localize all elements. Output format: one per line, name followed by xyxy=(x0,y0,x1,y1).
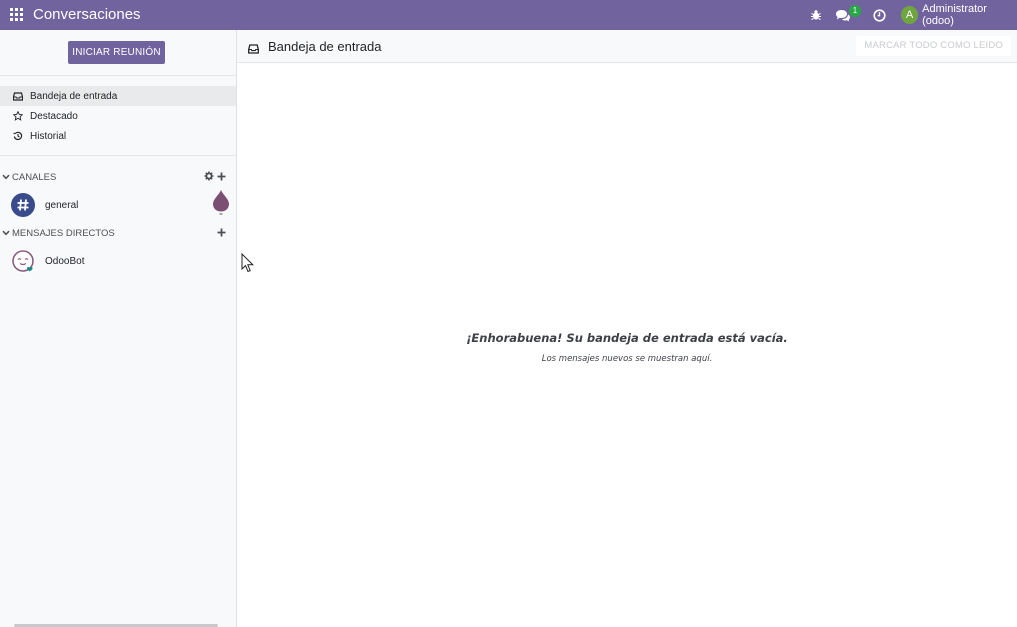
start-meeting-button[interactable]: INICIAR REUNIÓN xyxy=(68,41,165,64)
channel-item-general[interactable]: general xyxy=(0,189,236,219)
bug-icon xyxy=(811,10,821,20)
top-navbar: Conversaciones 1 A Administrator (odoo) xyxy=(0,0,1017,30)
sidebar-item-label: Bandeja de entrada xyxy=(30,90,118,102)
hashtag-icon xyxy=(11,193,35,217)
sidebar-item-label: Destacado xyxy=(30,110,78,122)
inbox-icon xyxy=(248,41,260,54)
activity-menu[interactable] xyxy=(873,0,886,30)
sidebar-item-starred[interactable]: Destacado xyxy=(0,106,236,126)
user-menu[interactable]: A Administrator (odoo) xyxy=(901,0,1017,30)
channel-name: general xyxy=(45,199,79,211)
gear-icon[interactable] xyxy=(203,170,215,182)
category-label[interactable]: MENSAJES DIRECTOS xyxy=(12,228,115,239)
apps-grid-icon[interactable] xyxy=(10,8,24,22)
empty-subtitle: Los mensajes nuevos se muestran aquí. xyxy=(541,354,713,364)
sidebar-item-inbox[interactable]: Bandeja de entrada xyxy=(0,86,236,106)
chevron-down-icon[interactable] xyxy=(2,174,10,180)
chevron-down-icon[interactable] xyxy=(2,230,10,236)
clock-icon xyxy=(873,8,886,22)
sidebar-divider xyxy=(0,75,236,76)
category-direct-messages: MENSAJES DIRECTOS xyxy=(0,225,236,241)
mouse-pointer-icon xyxy=(241,253,255,273)
category-label[interactable]: CANALES xyxy=(12,172,56,183)
odoobot-avatar-icon xyxy=(11,249,35,273)
add-channel-plus-icon[interactable] xyxy=(215,170,227,182)
thread-title: Bandeja de entrada xyxy=(268,39,382,54)
drop-icon xyxy=(212,189,230,218)
inbox-icon xyxy=(12,90,24,102)
chat-name: OdooBot xyxy=(45,255,85,267)
user-avatar: A xyxy=(901,6,919,24)
empty-inbox-message: ¡Enhorabuena! Su bandeja de entrada está… xyxy=(237,331,1017,364)
debug-menu[interactable] xyxy=(810,0,822,30)
app-title[interactable]: Conversaciones xyxy=(33,6,141,23)
add-chat-plus-icon[interactable] xyxy=(215,226,227,238)
discuss-sidebar: INICIAR REUNIÓN Bandeja de entrada Desta… xyxy=(0,30,237,627)
thread-header: Bandeja de entrada MARCAR TODO COMO LEID… xyxy=(237,30,1017,63)
messaging-menu[interactable]: 1 xyxy=(835,0,861,30)
sidebar-item-label: Historial xyxy=(30,130,67,142)
history-icon xyxy=(12,130,24,142)
sidebar-divider xyxy=(0,155,236,156)
user-name: Administrator (odoo) xyxy=(922,3,987,27)
chat-item-odoobot[interactable]: OdooBot xyxy=(0,247,236,275)
star-icon xyxy=(12,110,24,122)
category-channels: CANALES xyxy=(0,169,236,185)
mark-all-read-button[interactable]: MARCAR TODO COMO LEIDO xyxy=(856,36,1011,56)
unread-badge: 1 xyxy=(849,5,861,17)
empty-title: ¡Enhorabuena! Su bandeja de entrada está… xyxy=(466,331,788,345)
sidebar-item-history[interactable]: Historial xyxy=(0,126,236,146)
